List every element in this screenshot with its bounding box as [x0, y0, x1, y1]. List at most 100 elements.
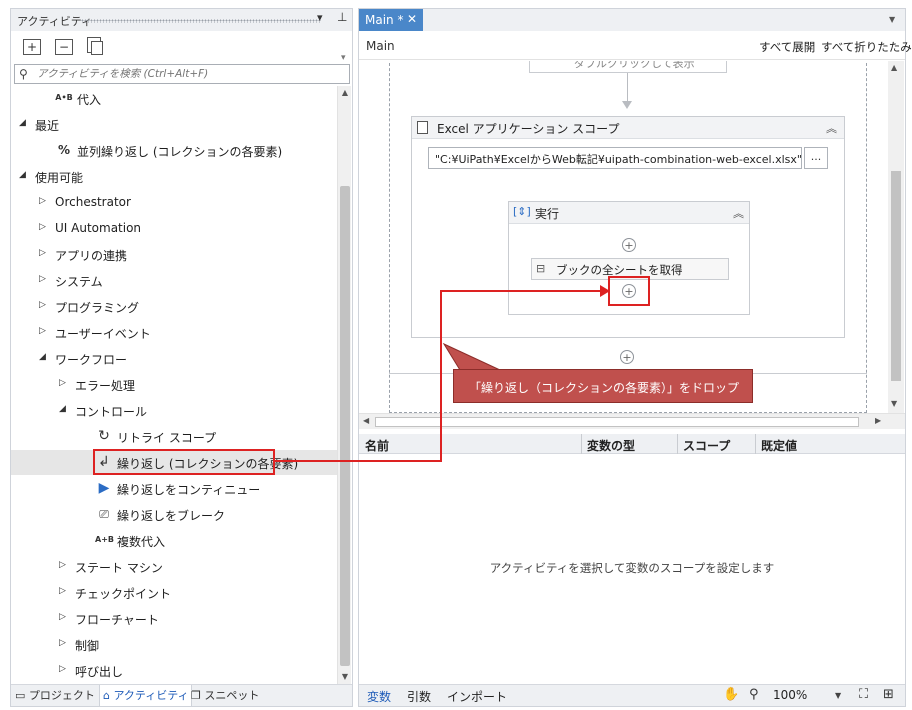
- collapse-all-link[interactable]: すべて折りたたみ: [821, 39, 912, 55]
- column-default[interactable]: 既定値: [761, 437, 797, 454]
- tree-item[interactable]: ▶ 繰り返しをコンティニュー: [11, 476, 337, 501]
- expanded-arrow-icon[interactable]: ◢: [19, 118, 29, 128]
- tab-main[interactable]: Main * ✕: [359, 9, 423, 31]
- tree-item[interactable]: ▷ 制御: [11, 632, 337, 657]
- tree-item-label: エラー処理: [75, 379, 136, 393]
- scroll-down-icon[interactable]: ▼: [891, 399, 897, 408]
- tab-snippets[interactable]: ❐ スニペット: [191, 685, 271, 706]
- column-type[interactable]: 変数の型: [587, 437, 635, 454]
- collapsed-arrow-icon[interactable]: ▷: [39, 248, 49, 258]
- collapsed-arrow-icon[interactable]: ▷: [59, 612, 69, 622]
- overview-icon[interactable]: ⊞: [883, 687, 894, 702]
- pin-icon[interactable]: ⊥: [337, 10, 347, 24]
- collapsed-arrow-icon[interactable]: ▷: [39, 274, 49, 284]
- tree-item[interactable]: ▷ チェックポイント: [11, 580, 337, 605]
- tree-group-control[interactable]: ◢ コントロール: [11, 398, 337, 423]
- workbook-path-field[interactable]: "C:¥UiPath¥ExcelからWeb転記¥uipath-combinati…: [428, 147, 802, 169]
- tree-item[interactable]: ▷ フローチャート: [11, 606, 337, 631]
- fit-screen-icon[interactable]: ⛶: [859, 687, 868, 702]
- expand-all-icon[interactable]: +: [23, 39, 41, 55]
- scroll-up-icon[interactable]: ▲: [891, 63, 897, 72]
- tree-group-workflow[interactable]: ◢ ワークフロー: [11, 346, 337, 371]
- scroll-right-icon[interactable]: ▶: [875, 416, 881, 425]
- collapsed-arrow-icon[interactable]: ▷: [39, 196, 49, 206]
- tab-project[interactable]: ▭ プロジェクト: [15, 685, 99, 706]
- tab-variables[interactable]: 変数: [367, 688, 391, 705]
- column-divider[interactable]: [755, 434, 756, 454]
- scroll-thumb[interactable]: [340, 186, 350, 666]
- zoom-search-icon[interactable]: ⚲: [749, 687, 759, 702]
- tree-item[interactable]: % 並列繰り返し (コレクションの各要素): [11, 138, 337, 163]
- do-header[interactable]: [⇕] 実行 ︽: [509, 202, 749, 224]
- column-divider[interactable]: [677, 434, 678, 454]
- tab-arguments[interactable]: 引数: [407, 688, 431, 705]
- scroll-thumb[interactable]: [891, 171, 901, 381]
- tree-item[interactable]: ▷ 呼び出し: [11, 658, 337, 683]
- expanded-arrow-icon[interactable]: ◢: [59, 404, 69, 414]
- collapse-icon[interactable]: ︽: [733, 205, 744, 221]
- copy-icon[interactable]: [87, 37, 103, 55]
- tree-item[interactable]: ▷ ステート マシン: [11, 554, 337, 579]
- tree-item[interactable]: A+B 複数代入: [11, 528, 337, 553]
- pan-hand-icon[interactable]: ✋: [723, 687, 739, 702]
- tree-item[interactable]: ▷ UI Automation: [11, 216, 337, 241]
- tree-item-label: 繰り返しをブレーク: [117, 509, 226, 523]
- collapsed-activity[interactable]: ダブルクリックして表示: [529, 61, 727, 73]
- panel-menu-icon[interactable]: ▾: [317, 11, 323, 24]
- activities-panel-header: アクティビティ ▾ ⊥: [11, 9, 352, 31]
- scroll-left-icon[interactable]: ◀: [363, 416, 369, 425]
- tab-imports[interactable]: インポート: [447, 688, 507, 705]
- activity-search-box[interactable]: ⚲: [14, 64, 350, 84]
- add-activity-icon[interactable]: +: [622, 238, 636, 252]
- tree-item[interactable]: ⎚ 繰り返しをブレーク: [11, 502, 337, 527]
- collapsed-arrow-icon[interactable]: ▷: [39, 300, 49, 310]
- chevron-down-icon[interactable]: ▼: [835, 691, 841, 700]
- collapsed-arrow-icon[interactable]: ▷: [59, 638, 69, 648]
- column-scope[interactable]: スコープ: [683, 437, 730, 454]
- expanded-arrow-icon[interactable]: ◢: [39, 352, 49, 362]
- zoom-level[interactable]: 100%: [773, 688, 807, 702]
- tab-list-dropdown-icon[interactable]: ▼: [889, 15, 895, 24]
- expanded-arrow-icon[interactable]: ◢: [19, 170, 29, 180]
- column-divider[interactable]: [581, 434, 582, 454]
- tree-item[interactable]: A•B 代入: [11, 86, 337, 111]
- scroll-up-icon[interactable]: ▲: [338, 86, 352, 100]
- toolbar-overflow-icon[interactable]: ▾: [341, 53, 346, 63]
- canvas-vertical-scrollbar[interactable]: ▲ ▼: [888, 61, 904, 413]
- collapsed-arrow-icon[interactable]: ▷: [59, 664, 69, 674]
- collapsed-arrow-icon[interactable]: ▷: [39, 326, 49, 336]
- tree-item-label: Orchestrator: [55, 195, 131, 209]
- scope-header[interactable]: Excel アプリケーション スコープ ︽: [412, 117, 844, 139]
- collapsed-arrow-icon[interactable]: ▷: [59, 560, 69, 570]
- expand-all-link[interactable]: すべて展開: [759, 39, 815, 55]
- tree-group-recent[interactable]: ◢ 最近: [11, 112, 337, 137]
- activity-tree: A•B 代入 ◢ 最近 % 並列繰り返し (コレクションの各要素) ◢ 使用可能…: [11, 86, 337, 684]
- tree-scrollbar[interactable]: ▲ ▼: [337, 86, 351, 684]
- add-activity-icon[interactable]: +: [620, 350, 634, 364]
- collapse-all-icon[interactable]: −: [55, 39, 73, 55]
- tree-item[interactable]: ▷ ユーザーイベント: [11, 320, 337, 345]
- tree-item-label: 並列繰り返し (コレクションの各要素): [77, 145, 283, 159]
- drag-grip[interactable]: [81, 19, 321, 23]
- tree-item[interactable]: ▷ エラー処理: [11, 372, 337, 397]
- collapsed-arrow-icon[interactable]: ▷: [59, 378, 69, 388]
- tree-item[interactable]: ▷ Orchestrator: [11, 190, 337, 215]
- browse-button[interactable]: ...: [804, 147, 828, 169]
- tree-group-available[interactable]: ◢ 使用可能: [11, 164, 337, 189]
- collapse-icon[interactable]: ︽: [826, 120, 837, 136]
- column-name[interactable]: 名前: [365, 437, 389, 454]
- scroll-thumb[interactable]: [375, 417, 859, 427]
- activities-panel: アクティビティ ▾ ⊥ + − ▾ ⚲ A•B 代入 ◢ 最近 % 並列繰り返し…: [10, 8, 353, 707]
- tree-item[interactable]: ▷ アプリの連携: [11, 242, 337, 267]
- search-input[interactable]: [37, 66, 337, 82]
- breadcrumb[interactable]: Main: [366, 39, 395, 53]
- parallel-foreach-icon: %: [57, 143, 71, 157]
- tree-item[interactable]: ↻ リトライ スコープ: [11, 424, 337, 449]
- tree-item[interactable]: ▷ プログラミング: [11, 294, 337, 319]
- collapsed-arrow-icon[interactable]: ▷: [39, 222, 49, 232]
- tab-activities[interactable]: ⌂ アクティビティ: [99, 685, 192, 707]
- collapsed-arrow-icon[interactable]: ▷: [59, 586, 69, 596]
- tree-item[interactable]: ▷ システム: [11, 268, 337, 293]
- scroll-down-icon[interactable]: ▼: [338, 670, 352, 684]
- close-icon[interactable]: ✕: [407, 12, 417, 26]
